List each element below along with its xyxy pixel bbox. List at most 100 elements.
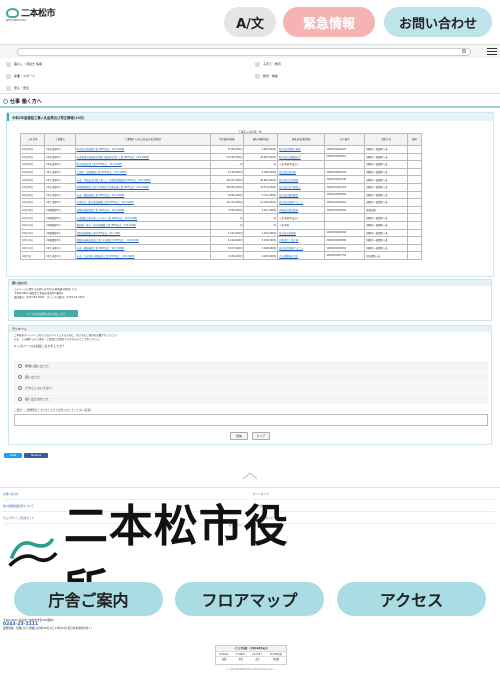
project-link[interactable]: 市道・舗装補修工事 [PDF形式：217.59KB] bbox=[77, 247, 125, 250]
bidder-link[interactable]: 株式会社佐藤組 bbox=[279, 232, 296, 235]
site-logo[interactable]: 二本松市 NIHONMATSU bbox=[6, 6, 56, 22]
table-cell: 6,294,000円 bbox=[209, 236, 245, 245]
project-link[interactable]: 業務区画施設造成工事 (大谷地区) [PDF形式：218.31KB] bbox=[77, 239, 139, 242]
table-cell: 14,000,000円 bbox=[243, 198, 279, 207]
table-cell: 10月26日 bbox=[19, 198, 46, 207]
emergency-info-button[interactable]: 緊急情報 bbox=[283, 7, 375, 37]
bidder-link[interactable]: 大正建築株式会社 bbox=[279, 255, 298, 258]
table-cell: 株式会社清水組 bbox=[277, 167, 326, 177]
table-cell bbox=[407, 228, 422, 238]
page-title: 仕事 働く方へ bbox=[0, 97, 500, 108]
table-cell: 10月5日 bbox=[19, 251, 46, 260]
table-cell bbox=[407, 205, 422, 215]
project-link[interactable]: 県水取水路耐震工事 [PDF形式：222.32KB] bbox=[77, 148, 125, 151]
camera-icon bbox=[255, 73, 260, 79]
submit-button[interactable]: 送信 bbox=[230, 432, 248, 440]
bidder-link[interactable]: 株式会社野崎工務所 bbox=[279, 148, 301, 151]
inquiry-box: 問い合わせ このページに関するお問い合わせは 財政課 契約係 です。 〒964-… bbox=[8, 279, 492, 321]
house-icon bbox=[6, 61, 11, 67]
project-link[interactable]: 東和第一排水・排水路整備工事 [PDF形式：218.39KB] bbox=[77, 224, 137, 227]
bidder-link[interactable]: 有限会社渡辺塗装 bbox=[279, 209, 298, 212]
project-link[interactable]: 道路区画線設置工事 [PDF形式：219.98KB] bbox=[77, 209, 125, 212]
search-icon[interactable] bbox=[462, 49, 466, 53]
clear-button[interactable]: クリア bbox=[252, 432, 270, 440]
bidder-link[interactable]: 株式会社藤田建設 bbox=[279, 194, 298, 197]
survey-comment-field[interactable] bbox=[14, 414, 488, 426]
project-link[interactable]: 市道舗装工事水道 (上下水) 工事 [PDF形式：220.52KB] bbox=[77, 217, 138, 220]
main-content: 令和2年度建設工事入札結果及び発注情報(10月) 工事等入札結果一覧 入札日等工… bbox=[6, 112, 494, 277]
language-button[interactable]: A/文 bbox=[224, 7, 276, 37]
radio-icon[interactable] bbox=[18, 397, 22, 401]
project-link[interactable]: 市営住宅・集合施設整備工事 [PDF形式：223.16KB] bbox=[77, 201, 134, 204]
table-cell: -円 bbox=[209, 220, 245, 230]
project-link[interactable]: 消防施設整備工事 [PDF形式：221.1KB] bbox=[77, 232, 121, 235]
table-cell: 株式会社佐藤組 bbox=[277, 228, 326, 238]
project-link[interactable]: 配水施設修繕工事 [PDF形式：227.67KB] bbox=[77, 163, 122, 166]
table-cell: 10月26日 bbox=[19, 145, 46, 154]
table-cell: 10月26日 bbox=[19, 190, 46, 200]
facebook-share-button[interactable]: Facebook bbox=[24, 453, 48, 458]
table-cell: 1000001005834 bbox=[324, 205, 366, 215]
bidder-link[interactable]: 有限会社三浦工務 bbox=[279, 239, 298, 242]
category-item-safety[interactable]: 安心・安全 bbox=[6, 83, 29, 93]
survey-option[interactable]: どちらともいえない bbox=[14, 383, 488, 393]
table-header-cell: 工事種名 [入札公告及び発注情報] bbox=[74, 133, 211, 146]
category-item-living[interactable]: 暮らし・手続き 情報 bbox=[6, 59, 42, 69]
table-cell: 5,260,000円 bbox=[243, 236, 279, 245]
floor-map-button[interactable]: フロアマップ bbox=[175, 582, 324, 616]
tweet-button[interactable]: Tweet bbox=[4, 453, 22, 458]
table-cell: 道路区画線設置工事 [PDF形式：219.98KB] bbox=[74, 205, 211, 215]
category-item-industry[interactable]: 産業・スポーツ bbox=[6, 71, 35, 81]
table-cell: 10月12日 bbox=[19, 236, 46, 245]
table-cell: 10月26日 bbox=[19, 175, 46, 184]
access-button[interactable]: アクセス bbox=[337, 582, 486, 616]
building-guide-button[interactable]: 庁舎ご案内 bbox=[14, 582, 163, 616]
contact-button[interactable]: お問い合わせ bbox=[384, 7, 492, 37]
project-link[interactable]: 幹線管路施設工事 (大谷地区) 県道拡幅工事 [PDF形式：216.48KB] bbox=[77, 186, 149, 189]
table-cell: 1000001009468 bbox=[324, 228, 366, 238]
bidder-link[interactable]: 株式会社新興アスコン bbox=[279, 201, 303, 204]
bidder-link[interactable]: 株式会社丸実建設 bbox=[279, 179, 298, 182]
table-cell: 1000001005430 bbox=[324, 175, 366, 184]
bidder-link[interactable]: 株式会社新興アスコン bbox=[279, 247, 303, 250]
table-cell: 33,579,000円 bbox=[243, 182, 279, 192]
project-link[interactable]: 土部里・道路整備工事 [PDF形式：217.99KB] bbox=[77, 171, 127, 174]
project-link[interactable]: 市道・大谷地区 道路改良工事 [PDF形式：230.29KB] bbox=[77, 255, 135, 258]
bidder-link[interactable]: 株式会社安積組ほか bbox=[279, 156, 301, 159]
table-row: 10月12日 2R土木第1号 市道・舗装補修工事 [PDF形式：217.59KB] 8… bbox=[19, 243, 422, 253]
table-row: 10月12日 2R建築第3号 東和第一排水・排水路整備工事 [PDF形式：218.3… bbox=[19, 220, 422, 230]
hamburger-menu-icon[interactable] bbox=[487, 46, 497, 57]
search-input[interactable] bbox=[17, 48, 471, 56]
category-item-childcare[interactable]: 子育て・教育 bbox=[255, 59, 281, 69]
table-row: 10月26日 2R土木第3号 市営住宅・集合施設整備工事 [PDF形式：223.16… bbox=[19, 198, 422, 207]
radio-icon[interactable] bbox=[18, 386, 22, 390]
category-nav: 暮らし・手続き 情報 子育て・教育 産業・スポーツ 観光・物産 安心・安全 bbox=[0, 58, 500, 94]
survey-option[interactable]: 役に立たなかった bbox=[14, 394, 488, 404]
table-cell: 市道・学校安全対策工事 (入・供用施設整備) [PDF形式：222.58KB] bbox=[74, 175, 211, 184]
table-cell: 制限付一般競争入札 bbox=[364, 190, 409, 200]
table-cell: 入札不調 bbox=[277, 220, 326, 230]
bidder-link[interactable]: 株式会社宮大建設工 bbox=[279, 186, 301, 189]
table-cell: 市営住宅・集合施設整備工事 [PDF形式：223.16KB] bbox=[74, 198, 211, 207]
project-link[interactable]: 水道事業水資源保全事業 (東部浄水場) 工事 [PDF形式：219.69KB] bbox=[77, 156, 149, 159]
table-cell: 市道・舗装補修工事 [PDF形式：221.36KB] bbox=[74, 190, 211, 200]
table-cell: 東和第一排水・排水路整備工事 [PDF形式：218.39KB] bbox=[74, 220, 211, 230]
table-cell: 5,711,000円 bbox=[243, 190, 279, 200]
footer-address: 〒964-8601 福島県二本松市金色403番地1 0243-23-1111 業… bbox=[3, 619, 92, 630]
table-cell: 大正建築株式会社 bbox=[277, 251, 326, 260]
category-item-tourism[interactable]: 観光・物産 bbox=[255, 71, 278, 81]
table-cell: -円 bbox=[209, 213, 245, 222]
email-inquiry-button[interactable]: メールでのお問い合わせはこちら bbox=[14, 310, 78, 317]
table-cell: 2R土木第1号 bbox=[44, 251, 76, 260]
table-cell bbox=[407, 213, 422, 222]
radio-icon[interactable] bbox=[18, 375, 22, 379]
project-link[interactable]: 市道・学校安全対策工事 (入・供用施設整備) [PDF形式：222.58KB] bbox=[77, 179, 151, 182]
bidder-link[interactable]: 株式会社清水組 bbox=[279, 171, 296, 174]
table-row: 10月5日 2R土木第1号 市道・大谷地区 道路改良工事 [PDF形式：230.29… bbox=[19, 251, 422, 260]
survey-option[interactable]: 役に立った bbox=[14, 372, 488, 382]
survey-option[interactable]: 非常に役に立った bbox=[14, 361, 488, 371]
radio-icon[interactable] bbox=[18, 364, 22, 368]
page-top-icon[interactable] bbox=[242, 472, 258, 480]
table-header-cell: 予定価格(税抜) bbox=[209, 133, 245, 146]
project-link[interactable]: 市道・舗装補修工事 [PDF形式：221.36KB] bbox=[77, 194, 125, 197]
